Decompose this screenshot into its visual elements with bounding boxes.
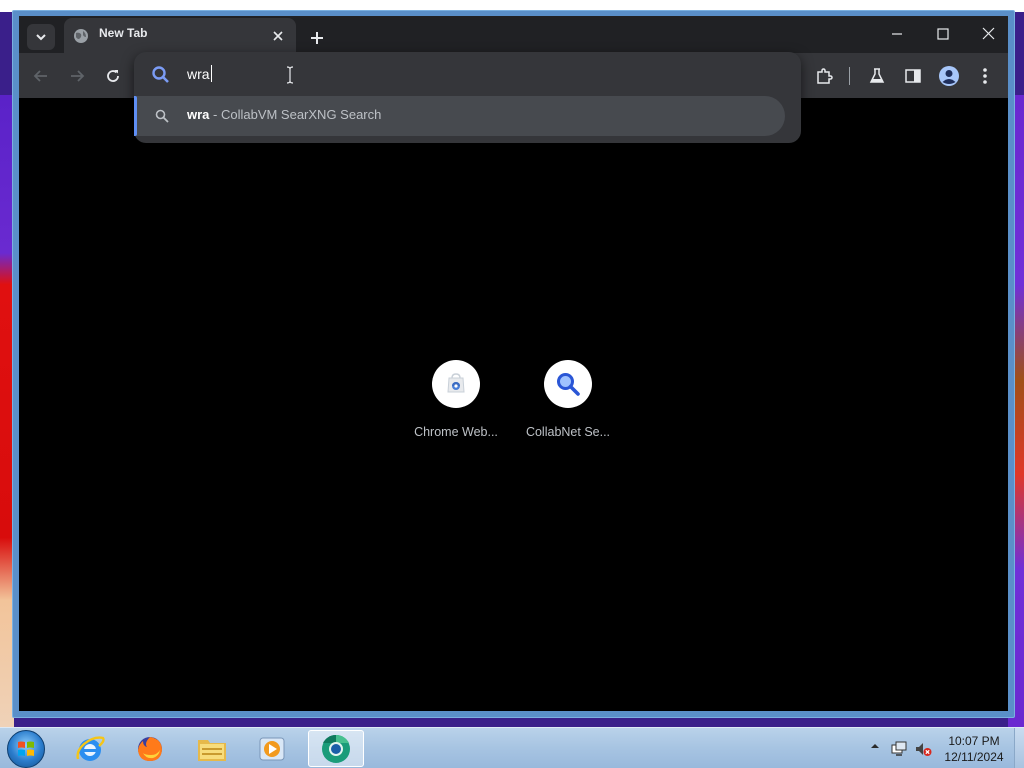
firefox-icon — [138, 736, 162, 761]
labs-flask-icon — [869, 68, 885, 83]
shortcut-icon-circle — [432, 360, 480, 408]
taskbar: 10:07 PM 12/11/2024 — [0, 727, 1024, 768]
maximize-button[interactable] — [921, 16, 965, 51]
forward-icon — [71, 70, 85, 82]
new-tab-page — [19, 98, 1008, 711]
profile-icon — [939, 66, 959, 86]
address-bar-text: wra — [187, 66, 210, 82]
globe-icon — [74, 29, 88, 43]
labs-button[interactable] — [863, 62, 891, 90]
clock-date: 12/11/2024 — [944, 750, 1004, 764]
tab-search-button[interactable] — [27, 24, 55, 50]
suggestion-text: wra - CollabVM SearXNG Search — [187, 107, 381, 122]
maximize-icon — [937, 27, 949, 40]
chrome-icon — [322, 734, 350, 763]
extensions-icon — [817, 68, 833, 84]
taskbar-chrome[interactable] — [308, 730, 364, 767]
minimize-button[interactable] — [875, 16, 919, 51]
tab-new-tab[interactable]: New Tab — [64, 18, 296, 53]
chrome-web-store-icon — [447, 373, 465, 393]
shortcut-icon-circle — [544, 360, 592, 408]
address-bar-input[interactable]: wra — [187, 62, 747, 86]
plus-icon — [311, 32, 323, 44]
omnibox-dropdown: wra wra - CollabVM SearXNG Search — [134, 52, 801, 143]
show-desktop-button[interactable] — [1014, 728, 1024, 768]
text-caret — [210, 65, 212, 82]
media-player-icon — [259, 737, 285, 760]
new-tab-button[interactable] — [303, 24, 331, 52]
title-bar[interactable]: New Tab — [19, 16, 1008, 53]
forward-button[interactable] — [63, 62, 91, 90]
internet-explorer-icon — [76, 735, 105, 761]
close-icon — [273, 31, 283, 41]
tab-title: New Tab — [99, 26, 148, 40]
shortcut-collabnet-search[interactable]: CollabNet Se... — [520, 360, 616, 450]
suggestion-selected-indicator — [134, 96, 137, 136]
shortcut-label: CollabNet Se... — [525, 425, 611, 439]
windows-logo-icon — [18, 741, 34, 756]
show-hidden-icons-icon[interactable] — [870, 741, 880, 751]
extensions-button[interactable] — [810, 62, 838, 90]
close-window-button[interactable] — [966, 16, 1010, 51]
suggestion-query: wra — [187, 107, 210, 122]
reload-icon — [107, 70, 119, 82]
search-icon — [155, 109, 169, 123]
omnibox-suggestion[interactable]: wra - CollabVM SearXNG Search — [134, 96, 785, 136]
clock-time: 10:07 PM — [948, 734, 1000, 748]
back-icon — [33, 70, 47, 82]
volume-muted-icon[interactable] — [914, 740, 932, 758]
network-icon[interactable] — [890, 740, 908, 758]
start-button[interactable] — [7, 730, 45, 768]
close-icon — [982, 27, 994, 40]
taskbar-clock[interactable]: 10:07 PM 12/11/2024 — [942, 733, 1006, 765]
reload-button[interactable] — [99, 62, 127, 90]
toolbar-separator — [849, 67, 850, 85]
side-panel-icon — [905, 69, 921, 83]
minimize-icon — [892, 32, 902, 35]
taskbar-firefox[interactable] — [122, 730, 178, 767]
profile-button[interactable] — [935, 62, 963, 90]
system-tray: 10:07 PM 12/11/2024 — [866, 728, 1024, 768]
side-panel-button[interactable] — [899, 62, 927, 90]
more-menu-icon — [983, 68, 987, 84]
search-magnifier-icon — [557, 373, 580, 396]
taskbar-internet-explorer[interactable] — [62, 730, 118, 767]
taskbar-file-explorer[interactable] — [184, 730, 240, 767]
ibeam-cursor-icon — [286, 66, 294, 84]
shortcut-chrome-web-store[interactable]: Chrome Web... — [408, 360, 504, 450]
tab-close-button[interactable] — [269, 27, 287, 45]
search-icon — [152, 66, 169, 83]
suggestion-provider: - CollabVM SearXNG Search — [209, 107, 382, 122]
file-explorer-icon — [198, 739, 226, 761]
chevron-down-icon — [36, 34, 46, 41]
back-button[interactable] — [27, 62, 55, 90]
taskbar-media-player[interactable] — [244, 730, 300, 767]
shortcut-label: Chrome Web... — [414, 425, 498, 439]
more-menu-button[interactable] — [971, 62, 999, 90]
